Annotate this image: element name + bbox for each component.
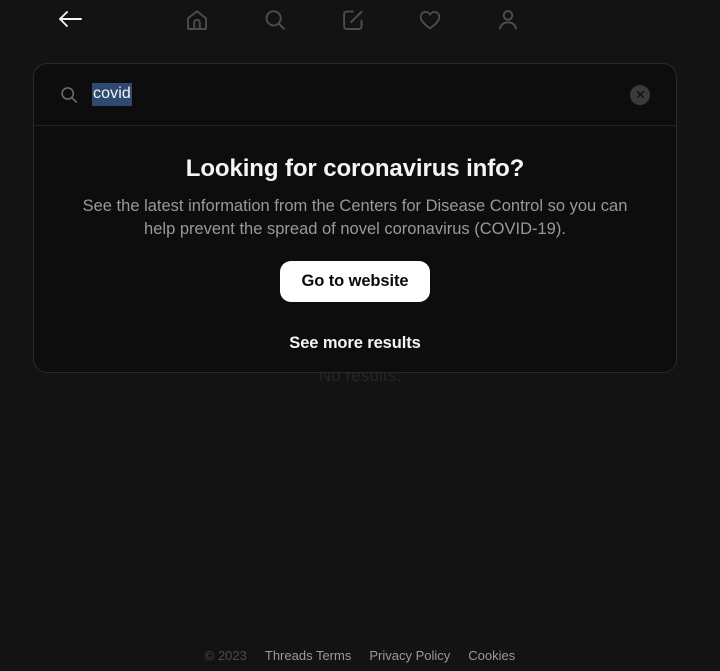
- go-to-website-button[interactable]: Go to website: [279, 261, 431, 302]
- clear-search-button[interactable]: [630, 84, 650, 105]
- nav-item-compose[interactable]: [336, 3, 370, 37]
- promo-title: Looking for coronavirus info?: [185, 155, 525, 182]
- promo-cta-container: Go to website: [74, 261, 636, 302]
- footer-link-threads-terms[interactable]: Threads Terms: [265, 648, 351, 663]
- compose-icon: [340, 7, 366, 33]
- primary-nav-icons: [180, 2, 525, 38]
- close-circle-icon: [635, 89, 646, 100]
- nav-item-activity[interactable]: [413, 3, 447, 37]
- arrow-left-icon: [57, 9, 83, 29]
- back-button[interactable]: [50, 4, 90, 34]
- nav-item-profile[interactable]: [491, 3, 525, 37]
- profile-icon: [495, 7, 521, 33]
- nav-item-home[interactable]: [180, 3, 214, 37]
- home-icon: [184, 7, 210, 33]
- heart-icon: [417, 7, 443, 33]
- search-input-value[interactable]: covid: [92, 83, 132, 106]
- footer-link-privacy-policy[interactable]: Privacy Policy: [369, 648, 450, 663]
- covid-promo-panel: Looking for coronavirus info? See the la…: [34, 126, 676, 353]
- footer-copyright: © 2023: [204, 648, 247, 663]
- footer-link-cookies[interactable]: Cookies: [468, 648, 515, 663]
- search-input-row[interactable]: covid: [34, 64, 676, 126]
- search-icon: [262, 7, 288, 33]
- see-more-results-link[interactable]: See more results: [74, 334, 636, 353]
- search-dropdown-card: covid Looking for coronavirus info? See …: [33, 63, 677, 373]
- top-navigation-bar: [0, 0, 720, 52]
- search-icon: [58, 84, 80, 106]
- promo-description: See the latest information from the Cent…: [82, 197, 628, 238]
- nav-item-search[interactable]: [258, 3, 292, 37]
- page-footer: © 2023 Threads Terms Privacy Policy Cook…: [0, 648, 720, 663]
